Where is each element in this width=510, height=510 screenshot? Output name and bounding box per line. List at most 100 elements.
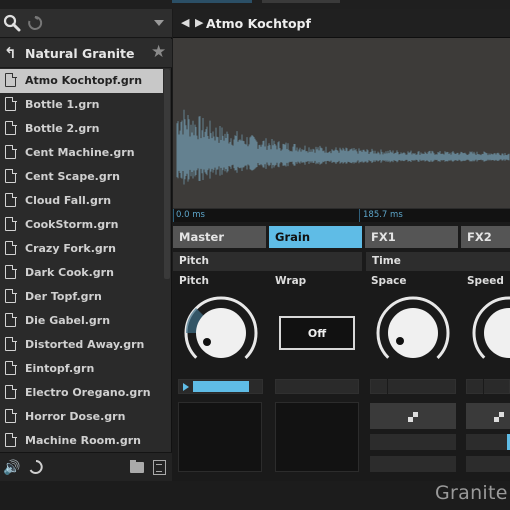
file-name: CookStorm.grn — [25, 218, 119, 231]
file-name: Cloud Fall.grn — [25, 194, 112, 207]
file-icon — [5, 120, 17, 135]
file-list-item[interactable]: Machine Room.grn — [0, 429, 163, 453]
section-tabs: Master Grain FX1 FX2 — [173, 226, 510, 248]
tab-fx1[interactable]: FX1 — [365, 226, 458, 248]
file-icon — [5, 336, 17, 351]
file-name: Bottle 1.grn — [25, 98, 100, 111]
step-pattern-icon — [408, 412, 418, 422]
file-name: Machine Room.grn — [25, 434, 141, 447]
waveform-display[interactable] — [173, 38, 510, 208]
file-name: Der Topf.grn — [25, 290, 102, 303]
folder-title: Natural Granite — [25, 46, 135, 61]
tab-grain[interactable]: Grain — [269, 226, 362, 248]
tab-master[interactable]: Master — [173, 226, 266, 248]
speed-knob[interactable] — [465, 293, 510, 371]
wrap-slider[interactable] — [275, 379, 359, 394]
speed-param-bar[interactable] — [466, 434, 510, 450]
speed-mode-button[interactable] — [466, 403, 510, 429]
tab-fx2[interactable]: FX2 — [461, 226, 510, 248]
file-list-item[interactable]: Atmo Kochtopf.grn — [0, 69, 163, 93]
file-list-item[interactable]: Cloud Fall.grn — [0, 189, 163, 213]
file-icon — [5, 264, 17, 279]
waveform-graphic — [176, 109, 510, 185]
file-icon — [5, 432, 17, 447]
space-slider[interactable] — [370, 379, 456, 394]
speed-slider[interactable] — [466, 379, 510, 394]
file-list-item[interactable]: Eintopf.grn — [0, 357, 163, 381]
file-name: Cent Machine.grn — [25, 146, 135, 159]
document-icon[interactable] — [153, 460, 166, 475]
file-list-item[interactable]: Electro Oregano.grn — [0, 381, 163, 405]
file-list-item[interactable]: Horror Dose.grn — [0, 405, 163, 429]
file-icon — [5, 168, 17, 183]
browser-footer: 🔊 — [0, 452, 172, 481]
wrap-envelope-area[interactable] — [275, 402, 359, 472]
file-list-item[interactable]: Bottle 2.grn — [0, 117, 163, 141]
file-list-item[interactable]: Der Topf.grn — [0, 285, 163, 309]
speed-param-bar-2[interactable] — [466, 456, 510, 472]
file-name: Eintopf.grn — [25, 362, 95, 375]
prev-next-arrows-icon[interactable]: ◀ ▶ — [181, 16, 204, 29]
file-name: Die Gabel.grn — [25, 314, 111, 327]
file-icon — [5, 192, 17, 207]
file-icon — [5, 144, 17, 159]
top-strip — [0, 0, 510, 9]
file-list-item[interactable]: Cent Machine.grn — [0, 141, 163, 165]
folder-icon[interactable] — [130, 460, 144, 473]
waveform-path — [176, 109, 510, 185]
timeline-tick — [359, 209, 360, 222]
file-name: Dark Cook.grn — [25, 266, 114, 279]
wrap-label: Wrap — [275, 275, 307, 287]
pitch-envelope-area[interactable] — [178, 402, 262, 472]
pitch-slider-fill — [193, 381, 249, 392]
space-mode-button[interactable] — [370, 403, 456, 429]
pitch-range-slider[interactable] — [178, 379, 263, 394]
favorite-star-icon[interactable]: ★ — [151, 42, 166, 62]
file-list-item[interactable]: Dark Cook.grn — [0, 261, 163, 285]
folder-up-icon[interactable]: ↰ — [4, 44, 17, 62]
space-param-bar[interactable] — [370, 434, 456, 450]
space-param-bar-2[interactable] — [370, 456, 456, 472]
space-knob[interactable] — [369, 293, 457, 371]
file-name: Crazy Fork.grn — [25, 242, 116, 255]
instrument-title: Atmo Kochtopf — [206, 16, 311, 31]
file-name: Cent Scape.grn — [25, 170, 120, 183]
chevron-down-icon[interactable] — [154, 20, 164, 26]
file-name: Bottle 2.grn — [25, 122, 100, 135]
folder-row: ↰ Natural Granite ★ — [0, 39, 172, 68]
file-list-item[interactable]: Bottle 1.grn — [0, 93, 163, 117]
file-icon — [5, 72, 17, 87]
space-knob-label: Space — [371, 275, 407, 287]
file-list-item[interactable]: Distorted Away.grn — [0, 333, 163, 357]
file-list-item[interactable]: Crazy Fork.grn — [0, 237, 163, 261]
pitch-knob[interactable] — [177, 293, 265, 371]
speed-knob-label: Speed — [467, 275, 504, 287]
file-name: Horror Dose.grn — [25, 410, 126, 423]
timeline-ruler[interactable]: 0.0 ms 185.7 ms — [173, 208, 510, 222]
file-icon — [5, 360, 17, 375]
file-name: Atmo Kochtopf.grn — [25, 74, 143, 87]
instrument-header: ◀ ▶ Atmo Kochtopf — [173, 9, 510, 38]
file-list-item[interactable]: Cent Scape.grn — [0, 165, 163, 189]
file-icon — [5, 408, 17, 423]
search-icon[interactable] — [3, 14, 21, 32]
file-icon — [5, 312, 17, 327]
time-section-header: Time — [366, 252, 510, 271]
file-icon — [5, 240, 17, 255]
search-row — [0, 9, 172, 38]
pitch-section-header: Pitch — [173, 252, 362, 271]
file-list-item[interactable]: Die Gabel.grn — [0, 309, 163, 333]
brand-logo: Granite — [435, 482, 508, 504]
speaker-icon[interactable]: 🔊 — [3, 460, 20, 476]
top-tab-indicator — [172, 0, 252, 3]
file-list-scrollbar[interactable] — [164, 69, 170, 279]
file-list-item[interactable]: CookStorm.grn — [0, 213, 163, 237]
loading-spinner-icon — [28, 15, 43, 30]
timeline-start-label: 0.0 ms — [176, 210, 205, 220]
step-pattern-icon — [494, 412, 504, 422]
timeline-marker-label: 185.7 ms — [363, 210, 403, 220]
file-list: Atmo Kochtopf.grn Bottle 1.grn Bottle 2.gr… — [0, 69, 163, 453]
pitch-knob-label: Pitch — [179, 275, 210, 287]
file-name: Electro Oregano.grn — [25, 386, 151, 399]
wrap-toggle-button[interactable]: Off — [279, 316, 355, 350]
